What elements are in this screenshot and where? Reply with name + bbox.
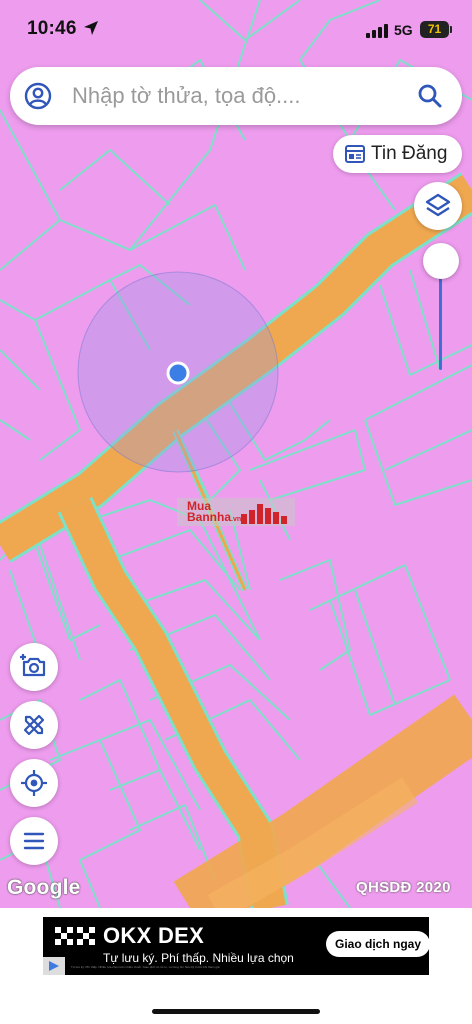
status-time: 10:46 (27, 18, 77, 39)
network-type: 5G (394, 22, 413, 38)
search-bar[interactable] (10, 67, 462, 125)
ad-subtitle: Tự lưu ký. Phí thấp. Nhiều lựa chọn (103, 951, 294, 965)
ad-choices-icon[interactable] (43, 957, 65, 975)
my-location-button[interactable] (10, 759, 58, 807)
location-arrow-icon (84, 21, 98, 35)
location-dot (166, 361, 190, 385)
map-layer-label: QHSDĐ 2020 (356, 879, 451, 896)
ad-banner[interactable]: OKX DEX Tự lưu ký. Phí thấp. Nhiều lựa c… (43, 917, 431, 975)
add-photo-button[interactable] (10, 643, 58, 691)
battery-level: 71 (427, 22, 442, 36)
mua-ban-nha-watermark: Mua Bannha.vn (177, 498, 295, 526)
watermark-text-bottom: Bannha (187, 510, 232, 524)
google-logo: Google (7, 876, 81, 899)
add-photo-icon (20, 654, 46, 677)
ad-cta-button[interactable]: Giao dịch ngay (326, 931, 431, 957)
listing-icon (345, 145, 365, 163)
ad-fine-print: Tự lưu ký. Phí thấp. Nhiều lựa chọn trên… (71, 965, 221, 969)
cellular-signal-icon (366, 24, 388, 38)
menu-icon (23, 832, 45, 850)
watermark-logo-icon (241, 504, 287, 524)
measure-button[interactable] (10, 701, 58, 749)
status-bar: 10:46 5G 71 (0, 0, 472, 58)
ad-title: OKX DEX (103, 923, 205, 948)
tin-dang-label: Tin Đăng (371, 143, 448, 164)
search-icon[interactable] (416, 82, 444, 110)
okx-logo-icon (55, 927, 95, 945)
location-indicator (77, 271, 279, 473)
my-location-icon (21, 770, 47, 796)
menu-button[interactable] (10, 817, 58, 865)
user-circle-icon[interactable] (24, 82, 52, 110)
home-indicator[interactable] (152, 1009, 320, 1014)
layers-button[interactable] (414, 182, 462, 230)
ruler-pencil-icon (23, 714, 45, 736)
search-input[interactable] (72, 75, 402, 117)
tin-dang-button[interactable]: Tin Đăng (333, 135, 462, 173)
battery-icon: 71 (420, 21, 452, 38)
opacity-slider-handle[interactable] (423, 243, 459, 279)
layers-icon (425, 193, 451, 217)
